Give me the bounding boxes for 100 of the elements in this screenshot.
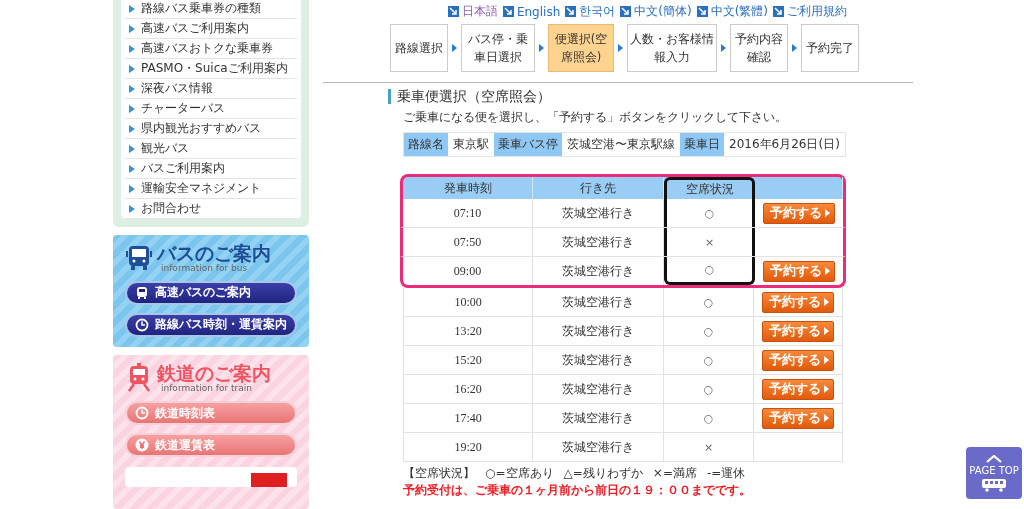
language-link[interactable]: 中文(繁體) [696,3,768,20]
language-link[interactable]: ご利用規約 [773,3,847,20]
column-header: 行き先 [533,177,664,200]
train-icon [125,363,153,393]
table-cell: 15:20 [404,346,534,375]
table-cell: ○ [663,288,755,317]
caret-icon [825,209,830,218]
panel-title: 鉄道のご案内 [157,363,271,384]
table-cell: × [663,433,755,462]
step-arrow-icon [792,44,797,52]
external-link-icon [565,6,577,17]
table-cell: ○ [663,317,755,346]
sidebar-item[interactable]: 観光バス [141,140,189,157]
reserve-button[interactable]: 予約する [762,407,835,429]
table-cell: 茨城空港行き [533,433,664,462]
notice-text: 予約受付は、ご乗車の１ヶ月前から前日の１９：００までです。 [403,482,752,500]
caret-icon [824,385,830,394]
external-link-icon [696,6,708,17]
bus-link-button[interactable]: 高速バスのご案内 [125,280,297,305]
chevron-up-icon [986,454,1002,463]
step-box: 予約内容確認 [730,24,788,72]
table-cell: 07:50 [403,228,533,257]
bullet-icon [129,84,135,93]
table-cell: × [664,228,755,257]
table-cell: 茨城空港行き [533,228,664,257]
table-cell: 茨城空港行き [533,317,664,346]
label-tag [251,473,287,487]
bullet-icon [129,164,135,173]
table-cell: 17:40 [404,404,534,433]
language-link[interactable]: 日本語 [447,3,498,20]
step-arrow-icon [618,44,623,52]
yen-icon [135,438,149,452]
clock-icon [135,317,149,332]
table-cell: ○ [664,199,755,228]
external-link-icon [502,6,514,17]
table-cell: 茨城空港行き [533,288,664,317]
step-box: 路線選択 [390,24,448,72]
section-heading: 乗車便選択（空席照会） [388,89,913,105]
bus-link-button[interactable]: 路線バス時刻・運賃案内 [125,312,297,337]
step-box: バス停・乗車日選択 [461,24,535,72]
panel-subtitle: information for train [161,383,253,393]
sidebar-item[interactable]: 運輸安全マネジメント [141,180,261,197]
bullet-icon [129,4,135,13]
sidebar-item[interactable]: 路線バス乗車券の種類 [141,0,261,17]
step-arrow-icon [539,44,544,52]
reserve-button[interactable]: 予約する [763,202,835,224]
caret-icon [825,267,830,276]
table-cell: ○ [663,346,755,375]
legend-title: 【空席状況】 [403,465,475,483]
sidebar-item[interactable]: 県内観光おすすめバス [141,120,261,137]
reserve-button[interactable]: 予約する [762,291,835,313]
info-label: 路線名 [404,133,448,157]
sidebar-item[interactable]: 高速バスおトクな乗車券 [141,40,273,57]
sidebar-item[interactable]: 高速バスご利用案内 [141,20,249,37]
panel-subtitle: information for bus [161,263,248,273]
bullet-icon [129,104,135,113]
table-cell: 茨城空港行き [533,199,664,228]
bus-icon [135,285,149,300]
step-box: 人数・お客様情報入力 [627,24,717,72]
reserve-button[interactable]: 予約する [762,320,835,342]
bullet-icon [129,64,135,73]
caret-icon [824,327,830,336]
table-cell: ○ [664,257,755,286]
legend-item: ○=空席あり [485,465,554,483]
caret-icon [824,298,830,307]
column-header: 発車時刻 [403,177,533,200]
language-link[interactable]: 中文(簡体) [620,3,692,20]
bullet-icon [129,124,135,133]
language-link[interactable]: 한국어 [565,3,616,20]
step-box: 便選択(空席照会) [548,24,614,72]
legend-item: △=残りわずか [563,465,643,483]
sidebar-item[interactable]: チャーターバス [141,100,225,117]
language-link[interactable]: English [502,3,561,20]
table-cell: 07:10 [403,199,533,228]
table-cell: 茨城空港行き [533,346,664,375]
step-arrow-icon [721,44,726,52]
bullet-icon [129,204,135,213]
reserve-button[interactable]: 予約する [762,378,835,400]
sidebar-item[interactable]: PASMO・Suicaご利用案内 [141,60,288,77]
table-cell: 茨城空港行き [533,257,664,286]
sidebar-item[interactable]: お問合わせ [141,200,201,217]
table-cell: 茨城空港行き [533,404,664,433]
table-cell: 19:20 [404,433,534,462]
table-cell: 16:20 [404,375,534,404]
page-top-button[interactable]: PAGE TOP [966,447,1022,499]
table-cell: 13:20 [404,317,534,346]
step-arrow-icon [452,44,457,52]
table-cell: 09:00 [403,257,533,286]
reserve-button[interactable]: 予約する [763,260,835,282]
caret-icon [824,356,830,365]
bus-icon [125,243,153,272]
sidebar-item[interactable]: 深夜バス情報 [141,80,213,97]
step-box: 予約完了 [801,24,859,72]
sidebar-item[interactable]: バスご利用案内 [141,160,225,177]
legend-item: -=運休 [706,465,746,483]
bullet-icon [129,144,135,153]
panel-title: バスのご案内 [157,243,271,264]
bullet-icon [129,184,135,193]
train-icon [981,477,1007,492]
reserve-button[interactable]: 予約する [762,349,835,371]
